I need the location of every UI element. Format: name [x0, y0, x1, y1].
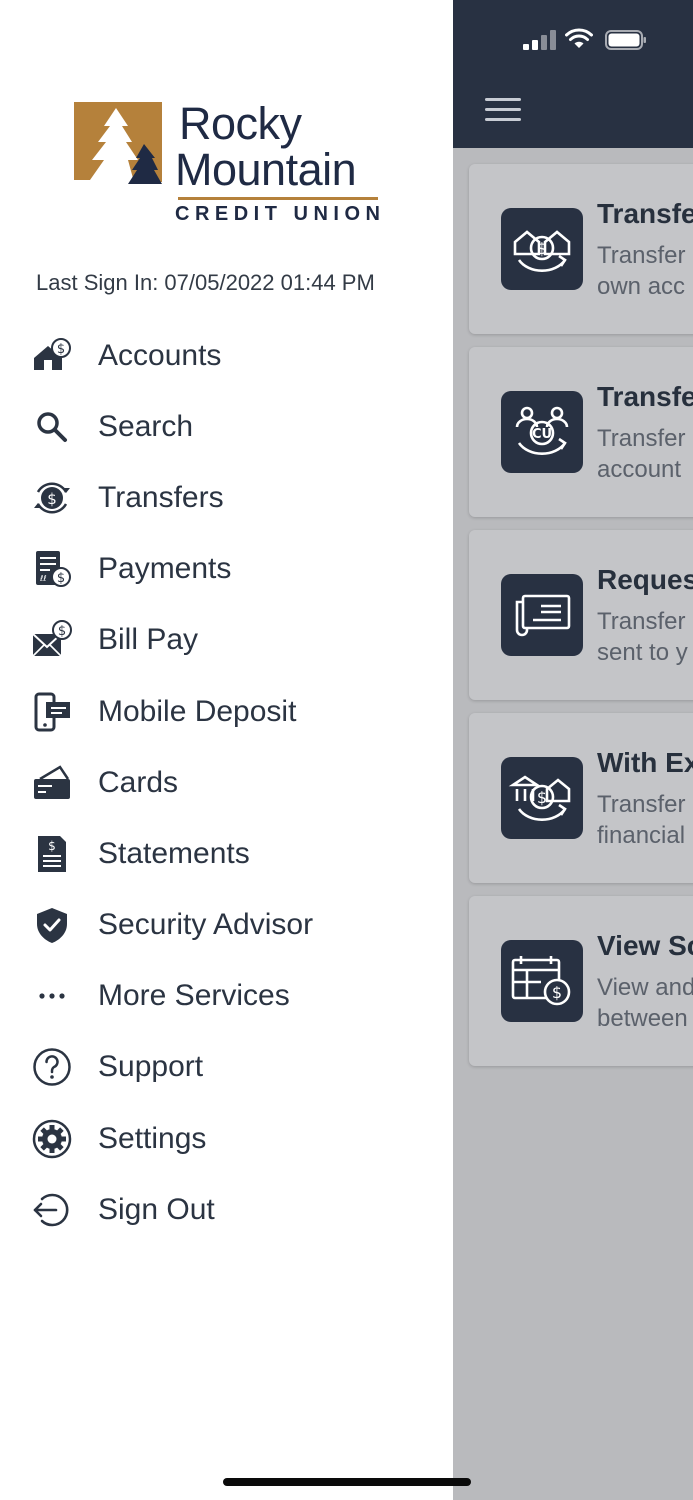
more-dots-icon	[32, 976, 72, 1016]
card-title: With Ex	[597, 747, 693, 778]
statement-icon: $	[32, 834, 72, 874]
svg-text:$: $	[58, 624, 66, 639]
menu-item-bill-pay[interactable]: $ Bill Pay	[0, 605, 453, 676]
drawer-menu: $ Accounts Search $ Transfers ℓℓ $ Paymen…	[0, 320, 453, 1245]
menu-label: Transfers	[98, 480, 224, 514]
svg-text:$: $	[537, 239, 547, 258]
card-description: Transfer sent to y	[597, 608, 688, 666]
logo-divider	[178, 197, 378, 200]
house-transfer-icon: $	[501, 208, 583, 290]
menu-item-mobile-deposit[interactable]: Mobile Deposit	[0, 676, 453, 747]
check-request-icon	[501, 574, 583, 656]
sign-out-icon	[32, 1190, 72, 1230]
home-indicator[interactable]	[223, 1478, 471, 1486]
svg-text:$: $	[47, 490, 57, 508]
svg-text:$: $	[537, 788, 547, 807]
bill-pay-icon: $	[32, 620, 72, 660]
card-description: Transfer own acc	[597, 242, 686, 300]
external-transfer-card[interactable]: $ With Ex Transfer financial	[469, 713, 693, 883]
card-title: Transfe	[597, 381, 693, 412]
gear-icon	[32, 1119, 72, 1159]
card-title: View Sc	[597, 930, 693, 961]
card-title: Transfe	[597, 198, 693, 229]
request-check-card[interactable]: Reques Transfer sent to y	[469, 530, 693, 700]
house-dollar-icon: $	[32, 336, 72, 376]
question-icon	[32, 1047, 72, 1087]
credit-union-logo: Rocky Mountain CREDIT UNION	[74, 100, 394, 230]
svg-text:$: $	[57, 342, 65, 357]
battery-icon	[605, 30, 646, 50]
logo-text-line3: CREDIT UNION	[175, 203, 386, 225]
transfer-card-member[interactable]: CU Transfe Transfer account	[469, 347, 693, 517]
menu-item-cards[interactable]: Cards	[0, 747, 453, 818]
search-icon	[32, 407, 72, 447]
menu-label: Search	[98, 409, 194, 443]
status-bar	[523, 26, 653, 54]
menu-label: Sign Out	[98, 1192, 215, 1226]
transfer-card-own-accounts[interactable]: $ Transfe Transfer own acc	[469, 164, 693, 334]
shield-check-icon	[32, 905, 72, 945]
last-signin-text: Last Sign In: 07/05/2022 01:44 PM	[36, 270, 375, 295]
transfer-dollar-icon: $	[32, 478, 72, 518]
menu-item-settings[interactable]: Settings	[0, 1103, 453, 1174]
menu-label: Security Advisor	[98, 908, 314, 942]
svg-text:$: $	[48, 839, 56, 853]
view-scheduled-card[interactable]: $ View Sc View and between	[469, 896, 693, 1066]
menu-label: Mobile Deposit	[98, 694, 297, 728]
calendar-dollar-icon: $	[501, 940, 583, 1022]
mobile-deposit-icon	[32, 692, 72, 732]
navigation-drawer: Rocky Mountain CREDIT UNION Last Sign In…	[0, 0, 453, 1500]
menu-label: Bill Pay	[98, 623, 199, 657]
menu-item-statements[interactable]: $ Statements	[0, 818, 453, 889]
menu-label: Settings	[98, 1121, 207, 1155]
svg-text:$: $	[552, 983, 562, 1002]
member-transfer-icon: CU	[501, 391, 583, 473]
logo-text-line2: Mountain	[175, 144, 357, 195]
card-title: Reques	[597, 564, 693, 595]
cellular-signal-icon	[523, 30, 557, 50]
menu-label: Cards	[98, 765, 179, 799]
external-transfer-icon: $	[501, 757, 583, 839]
main-content-dimmed: $ Transfe Transfer own acc CU Transfe Tra…	[453, 0, 693, 1500]
menu-item-sign-out[interactable]: Sign Out	[0, 1174, 453, 1245]
svg-text:ℓℓ: ℓℓ	[39, 574, 47, 583]
menu-toggle-button[interactable]	[485, 98, 521, 124]
card-description: View and between	[597, 974, 693, 1032]
wifi-icon	[565, 28, 593, 48]
menu-label: Statements	[98, 836, 250, 870]
tree-logo-icon	[74, 102, 162, 190]
menu-item-search[interactable]: Search	[0, 391, 453, 462]
menu-item-accounts[interactable]: $ Accounts	[0, 320, 453, 391]
menu-label: Support	[98, 1050, 204, 1084]
menu-label: Payments	[98, 552, 232, 586]
card-icon	[32, 763, 72, 803]
card-description: Transfer financial	[597, 791, 686, 849]
logo-text-line1: Rocky	[179, 98, 302, 149]
card-description: Transfer account	[597, 425, 686, 483]
menu-label: Accounts	[98, 338, 222, 372]
menu-item-security-advisor[interactable]: Security Advisor	[0, 890, 453, 961]
svg-text:$: $	[57, 571, 65, 586]
menu-item-support[interactable]: Support	[0, 1032, 453, 1103]
menu-label: More Services	[98, 979, 290, 1013]
app-header	[453, 0, 693, 148]
payments-icon: ℓℓ $	[32, 549, 72, 589]
menu-item-transfers[interactable]: $ Transfers	[0, 462, 453, 533]
menu-item-payments[interactable]: ℓℓ $ Payments	[0, 534, 453, 605]
menu-item-more-services[interactable]: More Services	[0, 961, 453, 1032]
svg-text:CU: CU	[532, 427, 552, 442]
